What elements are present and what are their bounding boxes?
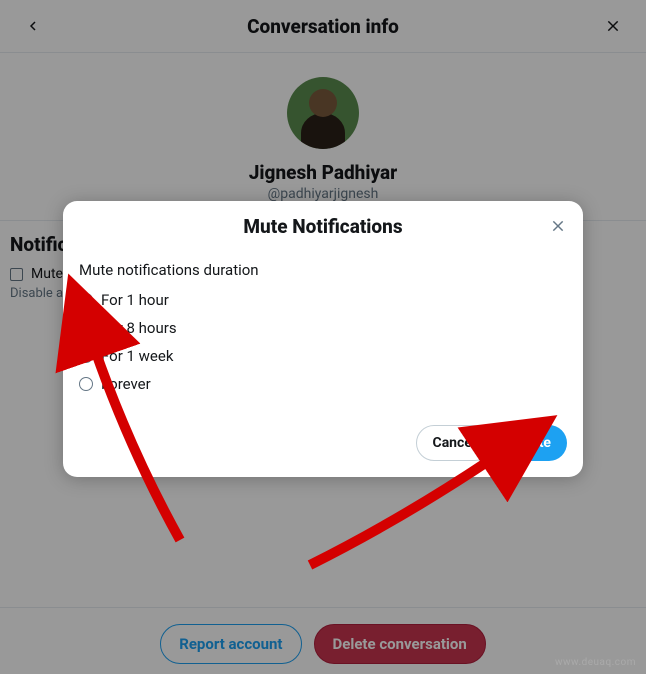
modal-title: Mute Notifications	[243, 215, 402, 238]
radio-label: For 1 hour	[101, 291, 169, 309]
radio-option-8-hours[interactable]: For 8 hours	[79, 317, 567, 339]
radio-list: For 1 hour For 8 hours For 1 week Foreve…	[79, 289, 567, 395]
radio-icon[interactable]	[79, 377, 93, 391]
radio-option-forever[interactable]: Forever	[79, 373, 567, 395]
modal-subtitle: Mute notifications duration	[79, 261, 567, 279]
modal-body: Mute notifications duration For 1 hour F…	[63, 251, 583, 401]
radio-label: For 1 week	[101, 347, 173, 365]
cancel-button[interactable]: Cancel	[416, 425, 493, 461]
radio-label: Forever	[101, 375, 151, 393]
close-icon[interactable]	[543, 211, 573, 241]
radio-option-1-week[interactable]: For 1 week	[79, 345, 567, 367]
radio-option-1-hour[interactable]: For 1 hour	[79, 289, 567, 311]
mute-button[interactable]: Mute	[503, 425, 567, 461]
radio-icon[interactable]	[79, 293, 93, 307]
modal-footer: Cancel Mute	[63, 401, 583, 477]
mute-notifications-modal: Mute Notifications Mute notifications du…	[63, 201, 583, 477]
watermark: www.deuaq.com	[555, 657, 636, 668]
radio-icon[interactable]	[79, 349, 93, 363]
radio-label: For 8 hours	[101, 319, 177, 337]
modal-header: Mute Notifications	[63, 201, 583, 251]
radio-icon[interactable]	[79, 321, 93, 335]
